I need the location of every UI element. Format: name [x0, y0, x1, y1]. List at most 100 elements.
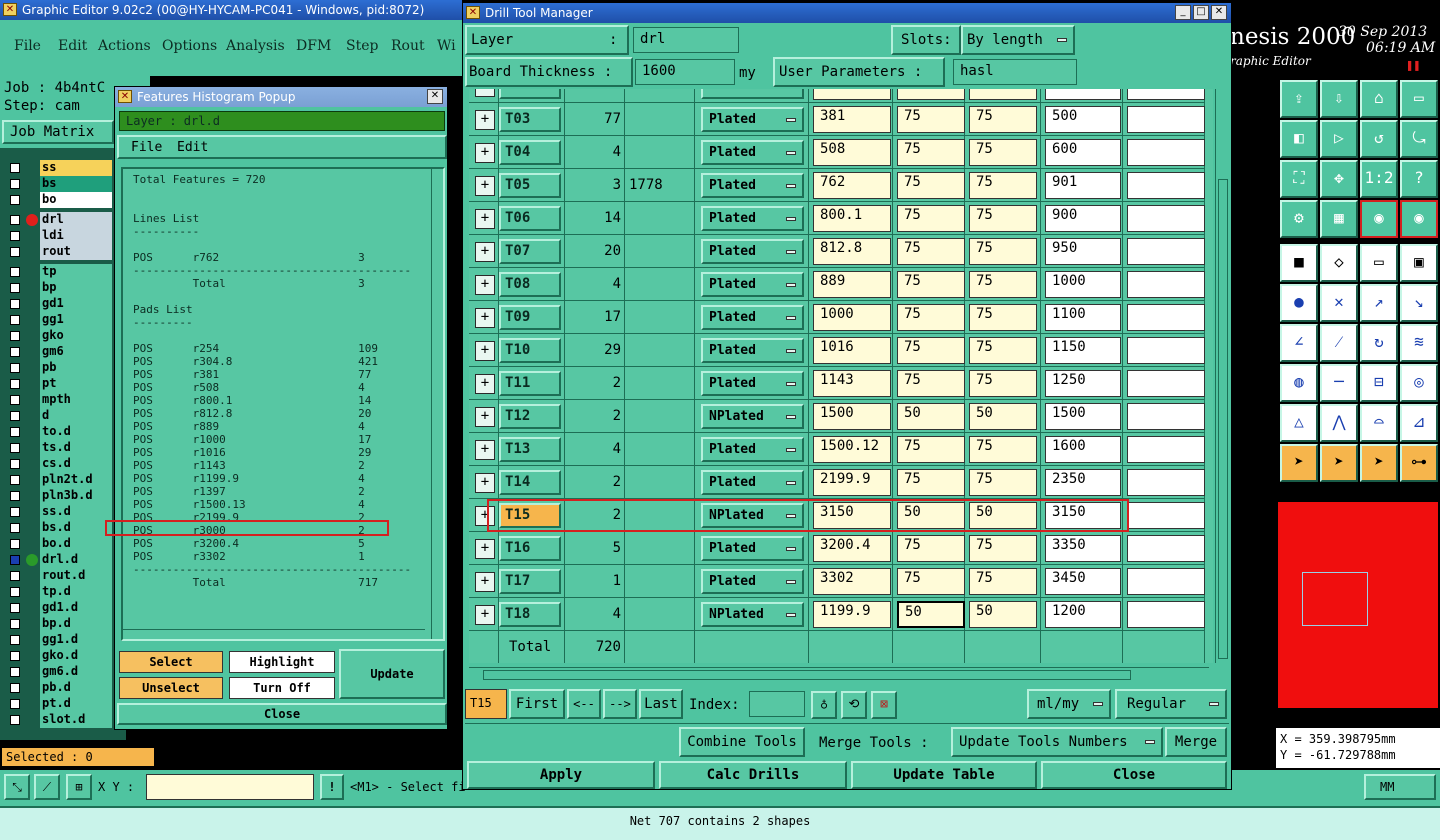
- finish-size-input[interactable]: 600: [1045, 139, 1121, 166]
- tol-minus-input[interactable]: 75: [897, 106, 965, 133]
- layer-row[interactable]: gd1.d: [4, 600, 112, 616]
- tol-plus-input[interactable]: 75: [969, 139, 1037, 166]
- tool-name-button[interactable]: T11: [499, 371, 561, 396]
- table-hscroll-thumb[interactable]: [483, 670, 1131, 680]
- user-params-input[interactable]: hasl: [953, 59, 1077, 85]
- drill-size-input[interactable]: 1000: [813, 304, 891, 331]
- expand-tool-icon[interactable]: +: [475, 176, 495, 196]
- home-icon[interactable]: ⌂: [1360, 80, 1398, 118]
- overview-viewport[interactable]: [1302, 572, 1368, 626]
- finish-size-input[interactable]: 500: [1045, 106, 1121, 133]
- select-button[interactable]: Select: [119, 651, 223, 673]
- layer-input[interactable]: drl: [633, 27, 739, 53]
- menu-file[interactable]: File: [14, 38, 41, 54]
- tool-name-button[interactable]: T06: [499, 206, 561, 231]
- finish-size-input[interactable]: 1150: [1045, 337, 1121, 364]
- layer-checkbox[interactable]: [10, 459, 20, 469]
- delete-pad-icon[interactable]: ↘: [1400, 284, 1438, 322]
- tool-name-button[interactable]: T05: [499, 173, 561, 198]
- table-vscroll-thumb[interactable]: [1218, 179, 1228, 659]
- layer-checkbox[interactable]: [10, 491, 20, 501]
- layer-row[interactable]: bo.d: [4, 536, 112, 552]
- combine-tools-button[interactable]: Combine Tools: [679, 727, 805, 757]
- tol-minus-input[interactable]: 50: [897, 601, 965, 628]
- finish-size-input[interactable]: 1000: [1045, 271, 1121, 298]
- tol-minus-input[interactable]: 75: [897, 469, 965, 496]
- menu-dfm[interactable]: DFM: [296, 38, 331, 54]
- alert-icon[interactable]: !: [320, 774, 344, 800]
- expand-tool-icon[interactable]: +: [475, 110, 495, 130]
- finish-size-input[interactable]: 901: [1045, 172, 1121, 199]
- layer-row[interactable]: gm6: [4, 344, 112, 360]
- merge-button[interactable]: Merge: [1165, 727, 1227, 757]
- bridge-icon[interactable]: ⌓: [1360, 404, 1398, 442]
- refresh-icon[interactable]: ⟲: [841, 691, 867, 719]
- menu-analysis[interactable]: Analysis: [226, 38, 285, 54]
- expand-tool-icon[interactable]: +: [475, 143, 495, 163]
- zoom-tool-icon[interactable]: ⤡: [4, 774, 30, 800]
- tol-minus-input[interactable]: 75: [897, 238, 965, 265]
- layer-checkbox[interactable]: [10, 163, 20, 173]
- tol-plus-input[interactable]: 75: [969, 238, 1037, 265]
- drill-size-input[interactable]: 2199.9: [813, 469, 891, 496]
- xy-input[interactable]: [146, 774, 314, 800]
- snap-tool-icon[interactable]: ⊞: [66, 774, 92, 800]
- tol-minus-input[interactable]: 75: [897, 370, 965, 397]
- extra-input[interactable]: [1127, 568, 1205, 595]
- layer-checkbox[interactable]: [10, 603, 20, 613]
- mode-dropdown[interactable]: Regular: [1115, 689, 1227, 719]
- layer-row[interactable]: ldi: [4, 228, 112, 244]
- finish-size-input[interactable]: [1045, 89, 1121, 100]
- pad-layers-icon[interactable]: ◍: [1280, 364, 1318, 402]
- layer-row[interactable]: tp: [4, 264, 112, 280]
- extra-input[interactable]: [1127, 106, 1205, 133]
- extra-input[interactable]: [1127, 436, 1205, 463]
- layer-checkbox[interactable]: [10, 555, 20, 565]
- layer-row[interactable]: gko.d: [4, 648, 112, 664]
- expand-tool-icon[interactable]: +: [475, 374, 495, 394]
- layer-checkbox[interactable]: [10, 395, 20, 405]
- layer-checkbox[interactable]: [10, 683, 20, 693]
- layer-row[interactable]: bp: [4, 280, 112, 296]
- menu-step[interactable]: Step: [346, 38, 378, 54]
- menu-options[interactable]: Options: [162, 38, 217, 54]
- triangle-x-icon[interactable]: ⊿: [1400, 404, 1438, 442]
- signal-icon[interactable]: ◉: [1400, 200, 1438, 238]
- delete-icon[interactable]: ⊠: [871, 691, 897, 719]
- tool-name-button[interactable]: T09: [499, 305, 561, 330]
- tol-plus-input[interactable]: 75: [969, 106, 1037, 133]
- tool-name-button[interactable]: T04: [499, 140, 561, 165]
- layer-row[interactable]: gko: [4, 328, 112, 344]
- expand-tool-icon[interactable]: +: [475, 539, 495, 559]
- extra-input[interactable]: [1127, 238, 1205, 265]
- merge-option-select[interactable]: Update Tools Numbers: [951, 727, 1163, 757]
- plating-select[interactable]: Plated: [701, 569, 804, 594]
- plating-select[interactable]: Plated: [701, 470, 804, 495]
- fit-icon[interactable]: ⛶: [1280, 160, 1318, 198]
- layer-checkbox[interactable]: [10, 539, 20, 549]
- extra-input[interactable]: [1127, 403, 1205, 430]
- expand-tool-icon[interactable]: +: [475, 209, 495, 229]
- finish-size-input[interactable]: 1500: [1045, 403, 1121, 430]
- help-icon[interactable]: ?: [1400, 160, 1438, 198]
- expand-tool-icon[interactable]: +: [475, 605, 495, 625]
- arc-icon[interactable]: ↻: [1360, 324, 1398, 362]
- tol-plus-input[interactable]: 75: [969, 271, 1037, 298]
- plating-select[interactable]: Plated: [701, 371, 804, 396]
- finish-size-input[interactable]: 1100: [1045, 304, 1121, 331]
- tool-name-button[interactable]: T12: [499, 404, 561, 429]
- plating-select[interactable]: NPlated: [701, 404, 804, 429]
- plating-select[interactable]: NPlated: [701, 602, 804, 627]
- extra-input[interactable]: [1127, 139, 1205, 166]
- grid-icon[interactable]: ▦: [1320, 200, 1358, 238]
- layer-row[interactable]: rout: [4, 244, 112, 260]
- layer-checkbox[interactable]: [10, 507, 20, 517]
- layer-row[interactable]: drl: [4, 212, 112, 228]
- job-matrix-button[interactable]: Job Matrix: [2, 120, 114, 144]
- finish-size-input[interactable]: 2350: [1045, 469, 1121, 496]
- histogram-close-icon[interactable]: ✕: [427, 89, 443, 104]
- tool-name-button[interactable]: T10: [499, 338, 561, 363]
- layer-checkbox[interactable]: [10, 587, 20, 597]
- layer-row[interactable]: drl.d: [4, 552, 112, 568]
- layer-checkbox[interactable]: [10, 475, 20, 485]
